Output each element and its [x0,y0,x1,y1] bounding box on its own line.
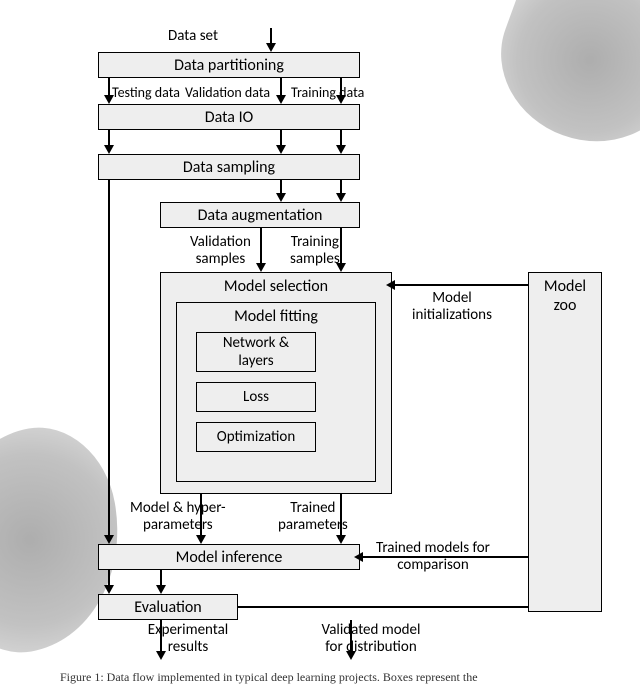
arrow-line [238,606,528,608]
box-network-layers: Network & layers [196,332,316,372]
arrow-head [336,145,346,154]
arrow-head [266,43,276,52]
label-trained-models-for-comparison: Trained models for comparison [376,540,490,573]
arrow-line [340,228,342,268]
label-testing-data: Testing data [112,85,180,100]
box-data-augmentation: Data augmentation [160,202,360,228]
label-model-hyper-params: Model & hyper- parameters [130,500,226,533]
label-validation-samples: Validation samples [190,234,251,267]
figure-caption: Figure 1: Data flow implemented in typic… [60,670,600,685]
label-model-initializations: Model initializations [412,290,492,323]
box-evaluation: Evaluation [98,594,238,620]
box-model-zoo-label: Model zoo [544,277,586,315]
label-trained-params: Trained parameters [278,500,348,533]
box-data-sampling: Data sampling [98,154,360,180]
label-experimental-results: Experimental results [128,622,248,655]
arrow-head [276,145,286,154]
box-model-inference: Model inference [98,544,360,570]
arrow-head [196,535,206,544]
arrow-line [392,284,528,286]
label-training-samples: Training samples [290,234,340,267]
arrow-head [156,585,166,594]
flow-diagram: Data set Data partitioning Testing data … [0,0,640,684]
arrow-head [276,193,286,202]
box-model-selection-label: Model selection [224,277,328,296]
box-data-partitioning: Data partitioning [98,52,360,78]
box-model-fitting-label: Model fitting [234,307,318,326]
arrow-line [526,606,528,608]
arrow-line [108,180,110,540]
box-model-zoo: Model zoo [528,272,602,612]
arrow-line [260,228,262,268]
arrow-head [104,145,114,154]
arrow-head [354,552,363,562]
arrow-head [386,280,395,290]
arrow-head [104,535,114,544]
watermark-blob [0,416,138,664]
arrow-head [256,263,266,272]
label-validation-data: Validation data [185,85,270,100]
arrow-head [104,585,114,594]
label-data-set: Data set [168,28,218,45]
arrow-head [336,193,346,202]
box-data-io: Data IO [98,104,360,130]
watermark-blob [478,0,640,166]
box-optimization: Optimization [196,422,316,452]
box-loss: Loss [196,382,316,412]
arrow-head [276,95,286,104]
arrow-head [336,535,346,544]
label-validated-model-for-distribution: Validated model for distribution [296,622,446,655]
label-training-data: Training data [291,85,364,100]
